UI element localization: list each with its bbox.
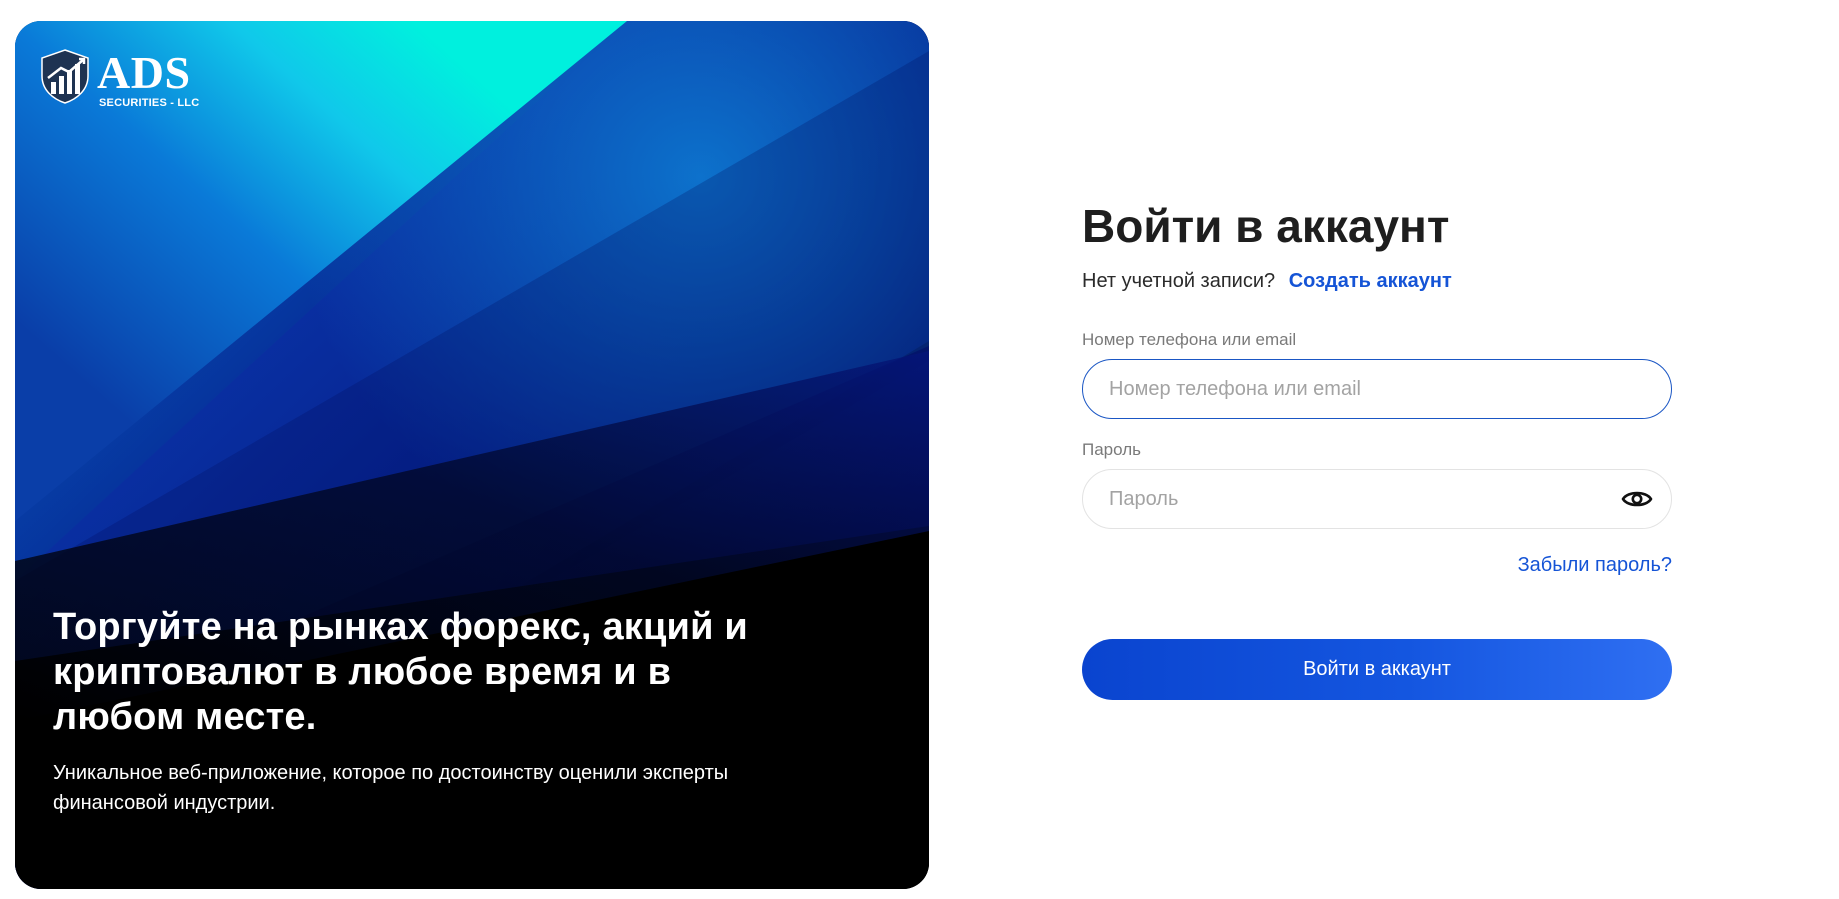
eye-icon: [1621, 491, 1653, 507]
shield-chart-icon: [41, 49, 89, 104]
password-field-label: Пароль: [1082, 440, 1141, 459]
logo-subtitle: SECURITIES - LLC: [99, 97, 200, 109]
password-field-wrapper: [1082, 469, 1672, 529]
login-field-wrapper: [1082, 359, 1672, 419]
password-input[interactable]: [1082, 469, 1672, 529]
create-account-link[interactable]: Создать аккаунт: [1289, 270, 1452, 292]
no-account-text: Нет учетной записи?: [1082, 270, 1276, 292]
company-logo: ADS SECURITIES - LLC: [39, 48, 199, 109]
page-title: Войти в аккаунт: [1082, 200, 1450, 252]
signup-row: Нет учетной записи? Создать аккаунт: [1082, 267, 1672, 295]
forgot-password-link[interactable]: Забыли пароль?: [1518, 554, 1672, 576]
phone-or-email-input[interactable]: [1082, 359, 1672, 419]
login-field-label: Номер телефона или email: [1082, 330, 1297, 349]
promo-description: Уникальное веб-приложение, которое по до…: [53, 762, 729, 814]
login-button[interactable]: Войти в аккаунт: [1082, 639, 1672, 700]
show-password-toggle[interactable]: [1620, 482, 1654, 516]
logo-name: ADS: [97, 47, 191, 98]
promo-panel: ADS SECURITIES - LLC Торгуйте на рынках …: [15, 21, 929, 889]
login-form: Войти в аккаунт Нет учетной записи? Созд…: [1082, 195, 1672, 700]
forgot-row: Забыли пароль?: [1082, 551, 1672, 579]
promo-headline: Торгуйте на рынках форекс, акций и крипт…: [53, 606, 748, 738]
